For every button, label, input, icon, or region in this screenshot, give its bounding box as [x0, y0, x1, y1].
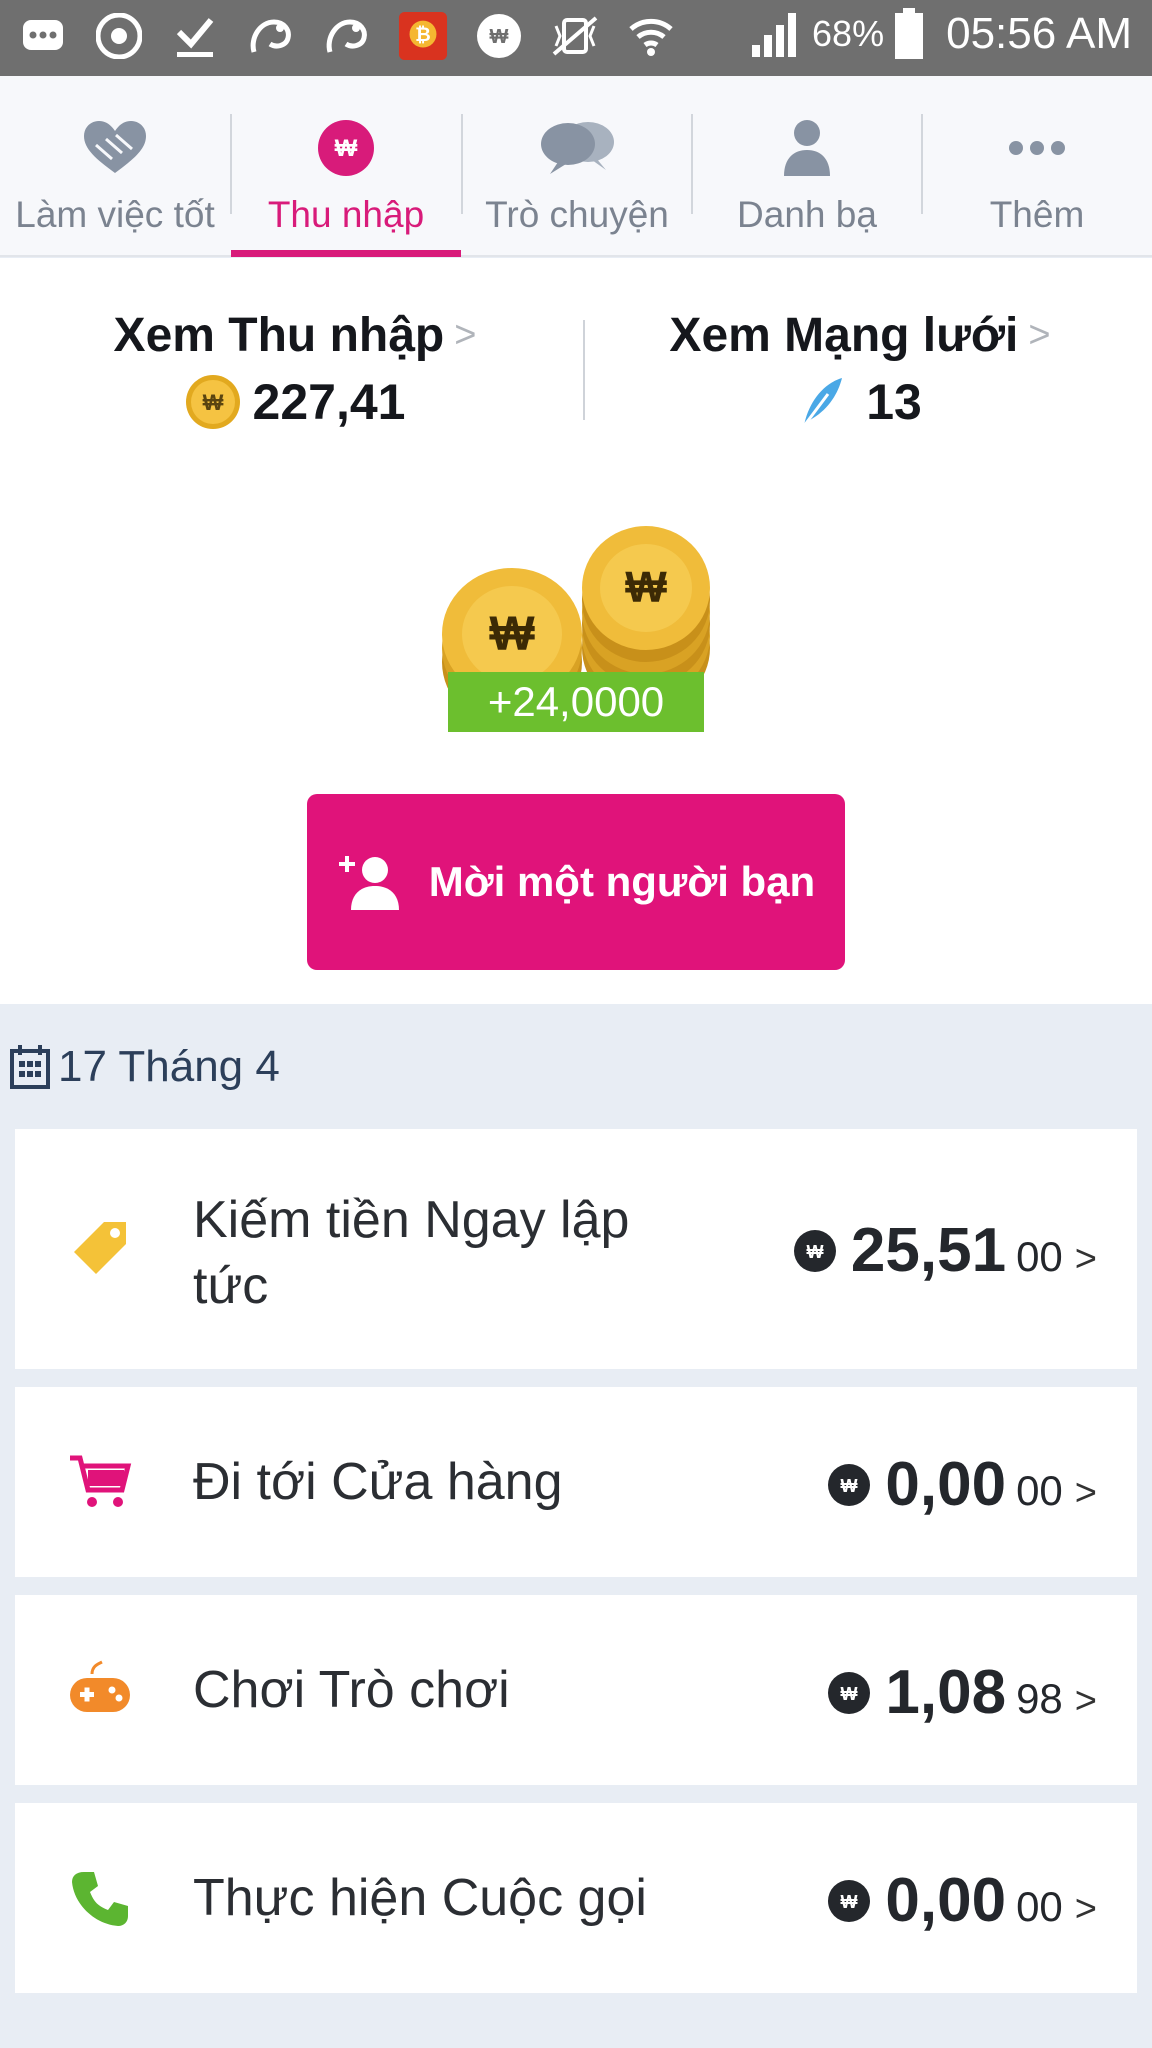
tag-icon [65, 1213, 135, 1283]
svg-text:₩: ₩ [489, 608, 535, 661]
activity-label: Kiếm tiền Ngay lập tức [193, 1191, 630, 1315]
amount-value: 0,00 [885, 1450, 1007, 1519]
tab-label: Trò chuyện [485, 194, 669, 235]
activity-amount: ₩ 1,08 98 > [827, 1657, 1097, 1728]
svg-text:₩: ₩ [806, 1242, 823, 1262]
top-tab-bar: Làm việc tốt ₩ Thu nhập Trò chuyện Danh … [0, 76, 1152, 257]
activity-label: Chơi Trò chơi [193, 1661, 510, 1719]
gamepad-icon [65, 1655, 135, 1725]
wow-coin-icon: ₩ [828, 1879, 871, 1922]
tab-label: Thêm [989, 194, 1085, 235]
amount-decimals: 00 [1016, 1883, 1063, 1930]
tab-contacts[interactable]: Danh bạ [692, 76, 922, 257]
person-icon [692, 114, 922, 182]
wow-coin-icon: ₩ [793, 1229, 836, 1272]
chevron-right-icon: > [1074, 1238, 1097, 1280]
wow-coin-icon: ₩ [185, 375, 240, 429]
svg-text:₩: ₩ [625, 563, 667, 612]
wow-coin-icon: ₩ [828, 1671, 871, 1714]
signal-icon [752, 13, 797, 57]
chevron-right-icon: > [1074, 1888, 1097, 1930]
tab-label: Thu nhập [267, 194, 425, 235]
amount-decimals: 00 [1016, 1233, 1063, 1280]
tab-label: Danh bạ [737, 194, 877, 235]
tab-label: Làm việc tốt [15, 194, 215, 235]
reward-badge: +24,0000 [448, 672, 704, 732]
chevron-right-icon: > [1028, 314, 1051, 356]
message-icon [18, 10, 68, 62]
svg-text:₩: ₩ [335, 135, 358, 162]
chevron-right-icon: > [1074, 1680, 1097, 1722]
view-network-link[interactable]: Xem Mạng lưới > 13 [650, 308, 1070, 431]
date-header: 17 Tháng 4 [10, 1042, 280, 1092]
svg-text:₿: ₿ [415, 25, 431, 46]
more-dots-icon [922, 114, 1152, 182]
amount-decimals: 00 [1016, 1467, 1063, 1514]
activity-label: Thực hiện Cuộc gọi [193, 1869, 647, 1927]
amount-value: 0,00 [885, 1866, 1007, 1935]
amount-value: 1,08 [885, 1658, 1007, 1727]
wow-coin-icon: ₩ [474, 10, 524, 62]
earnings-summary: Xem Thu nhập > ₩ 227,41 Xem Mạng lưới > … [0, 258, 1152, 1004]
active-tab-indicator [231, 250, 461, 257]
view-network-title: Xem Mạng lưới [669, 309, 1019, 362]
wow-coin-icon: ₩ [231, 114, 461, 182]
calendar-icon [10, 1045, 50, 1089]
chat-bubbles-icon [462, 114, 692, 182]
uc-browser-icon-2 [322, 10, 372, 62]
chevron-right-icon: > [1074, 1472, 1097, 1514]
invite-friend-button[interactable]: Mời một người bạn [307, 794, 845, 970]
tab-chat[interactable]: Trò chuyện [462, 76, 692, 257]
tab-good-deeds[interactable]: Làm việc tốt [0, 76, 230, 257]
download-done-icon [170, 10, 220, 62]
network-count: 13 [866, 374, 922, 430]
clock: 05:56 AM [946, 9, 1132, 58]
svg-text:₩: ₩ [202, 390, 223, 415]
status-bar: ₿ ₩ 68% 05:56 AM [0, 0, 1152, 76]
chevron-right-icon: > [454, 314, 477, 356]
activity-amount: ₩ 0,00 00 > [827, 1449, 1097, 1520]
amount-decimals: 98 [1016, 1675, 1063, 1722]
svg-text:₩: ₩ [841, 1476, 858, 1496]
svg-text:₩: ₩ [841, 1892, 858, 1912]
wifi-icon [626, 10, 676, 62]
amount-value: 25,51 [850, 1216, 1007, 1285]
bitcoin-app-icon: ₿ [398, 10, 448, 62]
activity-amount: ₩ 25,51 00 > [793, 1215, 1097, 1286]
vibrate-icon [550, 10, 600, 62]
add-person-icon [338, 856, 399, 910]
activity-play-games[interactable]: Chơi Trò chơi ₩ 1,08 98 > [15, 1595, 1137, 1785]
invite-button-label: Mời một người bạn [428, 858, 816, 905]
wow-coin-icon: ₩ [828, 1463, 871, 1506]
activity-make-calls[interactable]: Thực hiện Cuộc gọi ₩ 0,00 00 > [15, 1803, 1137, 1993]
activity-amount: ₩ 0,00 00 > [827, 1865, 1097, 1936]
uc-browser-icon [246, 10, 296, 62]
tab-more[interactable]: Thêm [922, 76, 1152, 257]
earnings-balance: 227,41 [252, 374, 406, 430]
svg-text:₩: ₩ [841, 1684, 858, 1704]
svg-text:₩: ₩ [490, 26, 509, 48]
date-label: 17 Tháng 4 [58, 1042, 280, 1091]
shopping-cart-icon [65, 1447, 135, 1517]
view-earnings-title: Xem Thu nhập [113, 309, 445, 362]
view-earnings-link[interactable]: Xem Thu nhập > ₩ 227,41 [100, 308, 490, 431]
feather-icon [802, 378, 843, 427]
heart-hands-icon [0, 114, 230, 182]
chrome-icon [94, 10, 144, 62]
activity-go-to-store[interactable]: Đi tới Cửa hàng ₩ 0,00 00 > [15, 1387, 1137, 1577]
phone-icon [65, 1863, 135, 1933]
battery-percent: 68% [812, 13, 885, 54]
tab-earnings[interactable]: ₩ Thu nhập [231, 76, 461, 257]
activity-label: Đi tới Cửa hàng [193, 1453, 563, 1511]
activity-instant-earn[interactable]: Kiếm tiền Ngay lập tức ₩ 25,51 00 > [15, 1129, 1137, 1369]
battery-icon [895, 8, 924, 59]
stat-divider [583, 320, 585, 420]
